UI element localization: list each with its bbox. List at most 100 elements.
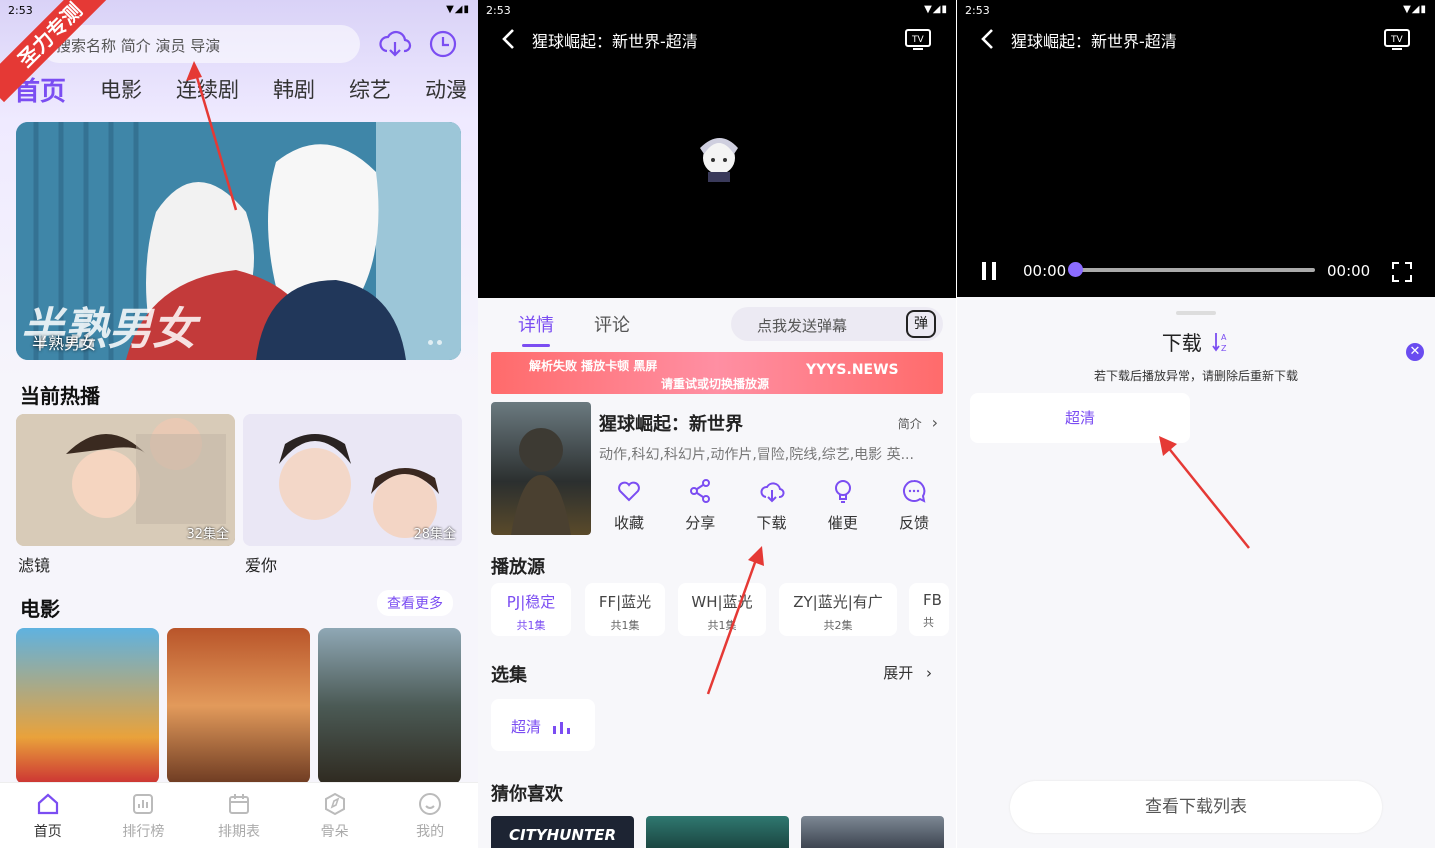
movie-poster-3[interactable]	[318, 628, 461, 784]
section-movies-title: 电影	[20, 597, 60, 621]
movie-genres: 动作,科幻,科幻片,动作片,冒险,院线,综艺,电影 英...	[599, 447, 914, 463]
movie-title: 猩球崛起：新世界	[599, 414, 743, 435]
status-bar: 2:53 ▼◢▮	[957, 0, 1435, 20]
status-bar: 2:53 ▼◢▮	[478, 0, 956, 20]
active-tab-indicator	[522, 344, 550, 347]
movie-poster-1[interactable]	[16, 628, 159, 784]
quality-option[interactable]: 超清	[970, 393, 1190, 443]
back-icon[interactable]	[979, 28, 997, 50]
hot-title-2[interactable]: 爱你	[245, 552, 277, 576]
feedback-button[interactable]: 反馈	[884, 478, 944, 533]
share-button[interactable]: 分享	[670, 478, 730, 533]
episode-badge: 28集全	[413, 527, 456, 542]
video-title: 猩球崛起：新世界-超清	[532, 32, 698, 51]
source-item[interactable]: FF|蓝光 共1集	[585, 583, 665, 636]
tab-bar-mine[interactable]: 我的	[395, 791, 465, 841]
tab-variety[interactable]: 综艺	[349, 74, 391, 108]
tab-bar-gudo[interactable]: 骨朵	[300, 791, 370, 841]
tab-bar-ranking[interactable]: 排行榜	[108, 791, 178, 841]
video-player[interactable]: 2:53 ▼◢▮ 猩球崛起：新世界-超清 TV 00:00 00:00	[957, 0, 1435, 297]
ranking-icon	[133, 793, 154, 814]
download-button[interactable]: 下载	[742, 478, 802, 533]
search-input[interactable]: 搜索名称 简介 演员 导演	[40, 25, 360, 63]
tab-bar-schedule[interactable]: 排期表	[204, 791, 274, 841]
tab-comments[interactable]: 评论	[594, 311, 630, 337]
svg-text:TV: TV	[1390, 35, 1403, 45]
episode-item[interactable]: 超清	[491, 699, 595, 751]
notice-banner[interactable]: 解析失败 播放卡顿 黑屏 请重试或切换播放源 YYYS.NEWS	[491, 352, 943, 394]
episodes-title: 选集	[491, 665, 527, 686]
status-time: 2:53	[486, 4, 511, 17]
hero-banner[interactable]: 半熟男女	[16, 122, 461, 360]
source-item[interactable]: PJ|稳定 共1集	[491, 583, 571, 636]
danmu-toggle-icon[interactable]: 弹	[906, 310, 936, 338]
signal-icon: ▼◢▮	[924, 4, 948, 15]
svg-text:TV: TV	[911, 35, 924, 45]
episode-badge: 32集全	[186, 527, 229, 542]
share-icon	[690, 479, 711, 503]
back-icon[interactable]	[500, 28, 518, 50]
intro-link[interactable]: 简介 ›	[898, 413, 938, 432]
fullscreen-icon[interactable]	[1391, 261, 1413, 283]
signal-icon: ▼◢▮	[446, 4, 470, 15]
download-list-button[interactable]: 查看下载列表	[1010, 781, 1382, 833]
history-clock-icon[interactable]	[426, 27, 460, 61]
tv-cast-icon[interactable]: TV	[904, 27, 932, 51]
expand-button[interactable]: 展开 ›	[883, 662, 932, 683]
hot-title-1[interactable]: 滤镜	[18, 552, 50, 576]
movie-poster-2[interactable]	[167, 628, 310, 784]
video-player[interactable]: 2:53 ▼◢▮ 猩球崛起：新世界-超清 TV	[478, 0, 956, 298]
carousel-dots	[428, 340, 442, 345]
tab-detail[interactable]: 详情	[518, 311, 554, 337]
chevron-right-icon: ›	[926, 664, 932, 682]
tv-cast-icon[interactable]: TV	[1383, 27, 1411, 51]
close-icon[interactable]: ✕	[1406, 343, 1424, 361]
video-title: 猩球崛起：新世界-超清	[1011, 32, 1177, 51]
progress-bar[interactable]	[1077, 268, 1315, 272]
more-button[interactable]: 查看更多	[377, 590, 453, 616]
calendar-icon	[228, 793, 249, 814]
section-hot-title: 当前热播	[20, 384, 100, 408]
chat-icon	[903, 479, 926, 503]
signal-icon: ▼◢▮	[1403, 4, 1427, 15]
urge-update-button[interactable]: 催更	[813, 478, 873, 533]
source-item[interactable]: WH|蓝光 共1集	[678, 583, 766, 636]
playing-bars-icon	[552, 722, 570, 734]
cloud-download-icon[interactable]	[378, 27, 412, 61]
source-item[interactable]: ZY|蓝光|有广 共2集	[779, 583, 897, 636]
guess-poster-3[interactable]	[801, 816, 944, 848]
tab-korean[interactable]: 韩剧	[273, 74, 315, 108]
action-row: 收藏 分享 下载 催更 反馈	[599, 478, 944, 533]
source-item[interactable]: FB 共	[909, 583, 949, 636]
tab-bar-home[interactable]: 首页	[13, 791, 83, 841]
favorite-button[interactable]: 收藏	[599, 478, 659, 533]
guess-poster-2[interactable]	[646, 816, 789, 848]
compass-icon	[324, 792, 345, 815]
heart-icon	[618, 481, 640, 502]
notice-line-1: 解析失败 播放卡顿 黑屏	[529, 359, 658, 373]
tab-series[interactable]: 连续剧	[176, 74, 239, 108]
home-icon	[37, 793, 58, 814]
tab-anime[interactable]: 动漫	[425, 74, 467, 108]
detail-screen: 2:53 ▼◢▮ 猩球崛起：新世界-超清 TV 详情 评论 点我发送弹幕 弹 解…	[478, 0, 956, 848]
hot-card-1[interactable]: 32集全	[16, 414, 235, 546]
home-screen: 2:53 ▼◢▮ 圣力专测 搜索名称 简介 演员 导演 首页 电影 连续剧 韩剧…	[0, 0, 478, 848]
download-sheet: 下载 AZ ✕ 若下载后播放异常，请删除后重新下载 超清 查看下载列表	[957, 297, 1435, 848]
progress-knob[interactable]	[1068, 262, 1083, 277]
loading-mascot-icon	[700, 138, 738, 182]
notice-watermark: YYYS.NEWS	[806, 362, 899, 378]
notice-line-2: 请重试或切换播放源	[661, 377, 770, 391]
status-time: 2:53	[965, 4, 990, 17]
svg-text:A: A	[1221, 333, 1227, 342]
sort-az-icon: AZ	[1212, 333, 1227, 353]
hot-card-2[interactable]: 28集全	[243, 414, 462, 546]
sheet-grip[interactable]	[1176, 311, 1216, 315]
cloud-download-icon	[759, 482, 784, 503]
pause-icon[interactable]	[979, 260, 1001, 282]
guess-poster-1[interactable]: CITYHUNTER	[491, 816, 634, 848]
movie-poster	[491, 402, 591, 535]
download-note: 若下载后播放异常，请删除后重新下载	[1093, 369, 1298, 383]
hero-title: 半熟男女	[32, 334, 97, 353]
tab-movies[interactable]: 电影	[100, 74, 142, 108]
time-total: 00:00	[1327, 262, 1371, 280]
